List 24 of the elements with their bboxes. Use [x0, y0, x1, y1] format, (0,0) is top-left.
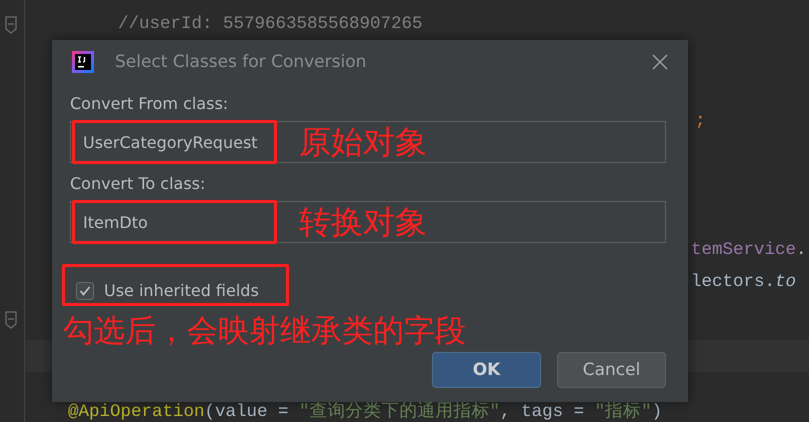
code-line: @ApiOperation(value = "查询分类下的通用指标", tags = "指标")	[68, 400, 662, 422]
field-label: Convert From class:	[70, 94, 230, 114]
ok-button[interactable]: OK	[432, 352, 541, 388]
checkmark-icon	[79, 284, 91, 296]
annotation-note: 勾选后，会映射继承类的字段	[63, 314, 467, 348]
cancel-button[interactable]: Cancel	[557, 352, 666, 388]
input-field[interactable]: ItemDto 转换对象	[70, 201, 666, 243]
field-value: UserCategoryRequest	[83, 132, 258, 152]
code-line: lectors.to	[691, 271, 796, 294]
fold-icon[interactable]	[4, 310, 18, 330]
code-line: temService.	[691, 239, 807, 262]
input-field[interactable]: UserCategoryRequest 原始对象	[70, 121, 666, 163]
app-logo-icon	[72, 51, 94, 73]
checkbox[interactable]	[76, 282, 94, 300]
dialog-title: Select Classes for Conversion	[115, 52, 368, 72]
annotation-note: 原始对象	[299, 124, 427, 160]
checkbox-label: Use inherited fields	[104, 281, 259, 300]
close-button[interactable]	[650, 52, 670, 72]
field-label: Convert To class:	[70, 174, 206, 194]
annotation-note: 转换对象	[299, 204, 427, 240]
field-value: ItemDto	[83, 212, 148, 232]
fold-icon[interactable]	[4, 15, 18, 35]
code-line: //userId: 5579663585568907265	[118, 13, 423, 36]
code-line: ;	[695, 110, 706, 133]
